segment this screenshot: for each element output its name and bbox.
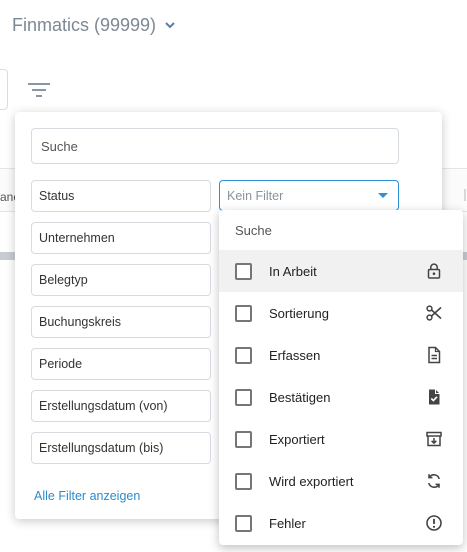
background-divider [464, 189, 466, 201]
option-bestaetigen[interactable]: Bestätigen [219, 376, 463, 418]
option-exportiert[interactable]: Exportiert [219, 418, 463, 460]
option-sortierung[interactable]: Sortierung [219, 292, 463, 334]
dropdown-search-input[interactable]: Suche [219, 210, 463, 250]
option-label: Wird exportiert [269, 473, 354, 489]
checkbox[interactable] [235, 389, 252, 406]
option-label: Bestätigen [269, 389, 331, 405]
error-icon [426, 515, 442, 531]
option-label: Exportiert [269, 431, 325, 447]
status-dropdown: Suche In Arbeit Sortierung Erfassen Best… [219, 210, 463, 545]
option-wird-exportiert[interactable]: Wird exportiert [219, 460, 463, 502]
chevron-down-icon [165, 22, 175, 29]
archive-icon [426, 431, 442, 447]
option-fehler[interactable]: Fehler [219, 502, 463, 544]
sync-icon [428, 473, 440, 489]
filter-label-erstellungsdatum-von: Erstellungsdatum (von) [31, 390, 211, 422]
scissors-icon [426, 305, 442, 321]
checkbox[interactable] [235, 347, 252, 364]
option-label: In Arbeit [269, 263, 317, 279]
filter-label-belegtyp: Belegtyp [31, 264, 211, 296]
option-in-arbeit[interactable]: In Arbeit [219, 250, 463, 292]
filter-icon[interactable] [27, 78, 51, 102]
filter-label-buchungskreis: Buchungskreis [31, 306, 211, 338]
checkbox[interactable] [235, 263, 252, 280]
checkbox[interactable] [235, 515, 252, 532]
caret-down-icon [378, 193, 388, 198]
show-all-filters-link[interactable]: Alle Filter anzeigen [34, 489, 140, 503]
filter-label-periode: Periode [31, 348, 211, 380]
filter-label-unternehmen: Unternehmen [31, 222, 211, 254]
company-name: Finmatics (99999) [12, 14, 157, 35]
lock-icon [427, 263, 441, 279]
option-label: Sortierung [269, 305, 329, 321]
document-check-icon [429, 389, 440, 405]
checkbox[interactable] [235, 473, 252, 490]
filter-search-input[interactable] [31, 128, 399, 164]
status-select-value: Kein Filter [227, 188, 284, 203]
document-icon [428, 346, 441, 364]
filter-label-erstellungsdatum-bis: Erstellungsdatum (bis) [31, 432, 211, 464]
option-label: Fehler [269, 515, 306, 531]
company-selector[interactable]: Finmatics (99999) [12, 12, 176, 38]
background-input [0, 69, 8, 110]
option-label: Erfassen [269, 347, 321, 363]
status-filter-select[interactable]: Kein Filter [219, 180, 399, 211]
filter-label-status: Status [31, 180, 211, 212]
option-erfassen[interactable]: Erfassen [219, 334, 463, 376]
checkbox[interactable] [235, 431, 252, 448]
checkbox[interactable] [235, 305, 252, 322]
